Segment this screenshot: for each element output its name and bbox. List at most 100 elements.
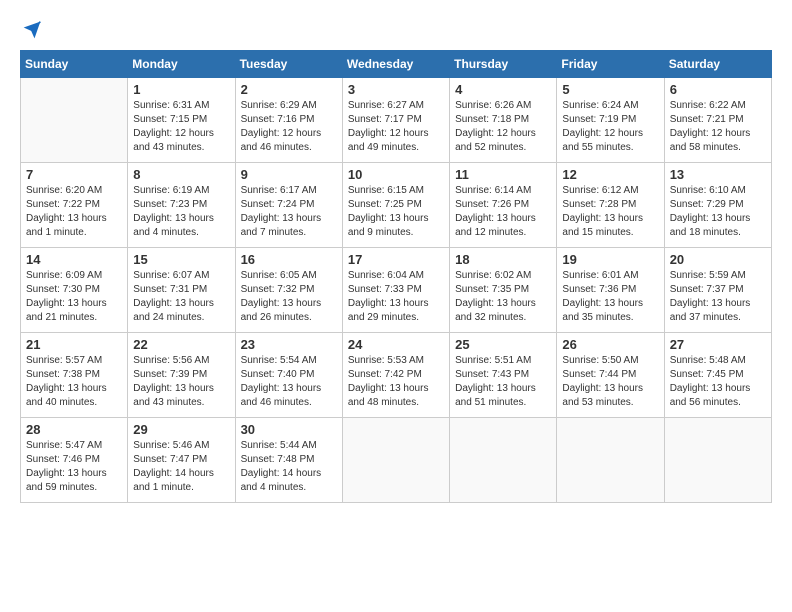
day-info: Sunrise: 6:29 AMSunset: 7:16 PMDaylight:… [241,99,337,155]
day-info: Sunrise: 6:10 AMSunset: 7:29 PMDaylight:… [670,184,766,240]
day-info: Sunrise: 6:27 AMSunset: 7:17 PMDaylight:… [348,99,444,155]
day-number: 8 [133,167,229,182]
day-number: 26 [562,337,658,352]
calendar-cell: 19Sunrise: 6:01 AMSunset: 7:36 PMDayligh… [557,248,664,333]
day-number: 13 [670,167,766,182]
calendar-week-row-5: 28 Sunrise: 5:47 AMSunset: 7:46 PMDayligh… [21,418,772,503]
calendar-cell: 30 Sunrise: 5:44 AMSunset: 7:48 PMDayligh… [235,418,342,503]
calendar-cell: 11 Sunrise: 6:14 AMSunset: 7:26 PMDayligh… [450,163,557,248]
weekday-header-monday: Monday [128,51,235,78]
calendar-cell: 13 Sunrise: 6:10 AMSunset: 7:29 PMDayligh… [664,163,771,248]
calendar-cell: 20 Sunrise: 5:59 AMSunset: 7:37 PMDayligh… [664,248,771,333]
day-number: 16 [241,252,337,267]
day-info: Sunrise: 5:48 AMSunset: 7:45 PMDaylight:… [670,354,766,410]
day-info: Sunrise: 6:22 AMSunset: 7:21 PMDaylight:… [670,99,766,155]
day-info: Sunrise: 6:20 AMSunset: 7:22 PMDaylight:… [26,184,122,240]
day-number: 29 [133,422,229,437]
day-info: Sunrise: 6:17 AMSunset: 7:24 PMDaylight:… [241,184,337,240]
day-number: 5 [562,82,658,97]
calendar-cell: 10 Sunrise: 6:15 AMSunset: 7:25 PMDayligh… [342,163,449,248]
day-info: Sunrise: 5:51 AMSunset: 7:43 PMDaylight:… [455,354,551,410]
day-number: 11 [455,167,551,182]
calendar-cell: 21 Sunrise: 5:57 AMSunset: 7:38 PMDayligh… [21,333,128,418]
day-info: Sunrise: 6:15 AMSunset: 7:25 PMDaylight:… [348,184,444,240]
day-number: 30 [241,422,337,437]
calendar-cell: 3 Sunrise: 6:27 AMSunset: 7:17 PMDaylight… [342,78,449,163]
calendar-cell: 7Sunrise: 6:20 AMSunset: 7:22 PMDaylight… [21,163,128,248]
day-number: 1 [133,82,229,97]
calendar-week-row-3: 14 Sunrise: 6:09 AMSunset: 7:30 PMDayligh… [21,248,772,333]
weekday-header-tuesday: Tuesday [235,51,342,78]
weekday-header-row: SundayMondayTuesdayWednesdayThursdayFrid… [21,51,772,78]
day-number: 2 [241,82,337,97]
day-info: Sunrise: 6:04 AMSunset: 7:33 PMDaylight:… [348,269,444,325]
day-info: Sunrise: 6:19 AMSunset: 7:23 PMDaylight:… [133,184,229,240]
calendar-cell [21,78,128,163]
calendar-week-row-2: 7Sunrise: 6:20 AMSunset: 7:22 PMDaylight… [21,163,772,248]
calendar-cell: 14 Sunrise: 6:09 AMSunset: 7:30 PMDayligh… [21,248,128,333]
day-info: Sunrise: 6:09 AMSunset: 7:30 PMDaylight:… [26,269,122,325]
calendar-cell: 18Sunrise: 6:02 AMSunset: 7:35 PMDayligh… [450,248,557,333]
day-number: 15 [133,252,229,267]
calendar-cell [557,418,664,503]
day-number: 6 [670,82,766,97]
day-number: 24 [348,337,444,352]
page-header [20,20,772,40]
calendar-cell [342,418,449,503]
calendar-cell: 4 Sunrise: 6:26 AMSunset: 7:18 PMDaylight… [450,78,557,163]
calendar-cell: 22 Sunrise: 5:56 AMSunset: 7:39 PMDayligh… [128,333,235,418]
logo [20,20,42,40]
day-number: 14 [26,252,122,267]
day-number: 10 [348,167,444,182]
weekday-header-wednesday: Wednesday [342,51,449,78]
day-info: Sunrise: 5:59 AMSunset: 7:37 PMDaylight:… [670,269,766,325]
weekday-header-friday: Friday [557,51,664,78]
calendar-cell: 27 Sunrise: 5:48 AMSunset: 7:45 PMDayligh… [664,333,771,418]
day-info: Sunrise: 6:24 AMSunset: 7:19 PMDaylight:… [562,99,658,155]
calendar-cell: 28 Sunrise: 5:47 AMSunset: 7:46 PMDayligh… [21,418,128,503]
day-info: Sunrise: 6:01 AMSunset: 7:36 PMDaylight:… [562,269,658,325]
day-info: Sunrise: 5:57 AMSunset: 7:38 PMDaylight:… [26,354,122,410]
calendar-week-row-1: 1 Sunrise: 6:31 AMSunset: 7:15 PMDaylight… [21,78,772,163]
calendar-cell: 8 Sunrise: 6:19 AMSunset: 7:23 PMDaylight… [128,163,235,248]
day-number: 27 [670,337,766,352]
calendar-cell: 12Sunrise: 6:12 AMSunset: 7:28 PMDayligh… [557,163,664,248]
day-number: 18 [455,252,551,267]
day-number: 17 [348,252,444,267]
day-info: Sunrise: 6:07 AMSunset: 7:31 PMDaylight:… [133,269,229,325]
day-info: Sunrise: 6:05 AMSunset: 7:32 PMDaylight:… [241,269,337,325]
calendar-cell [664,418,771,503]
day-info: Sunrise: 6:26 AMSunset: 7:18 PMDaylight:… [455,99,551,155]
day-number: 28 [26,422,122,437]
day-number: 12 [562,167,658,182]
day-info: Sunrise: 5:53 AMSunset: 7:42 PMDaylight:… [348,354,444,410]
day-number: 25 [455,337,551,352]
calendar-cell: 24 Sunrise: 5:53 AMSunset: 7:42 PMDayligh… [342,333,449,418]
day-info: Sunrise: 5:47 AMSunset: 7:46 PMDaylight:… [26,439,122,495]
day-info: Sunrise: 6:31 AMSunset: 7:15 PMDaylight:… [133,99,229,155]
day-info: Sunrise: 5:46 AMSunset: 7:47 PMDaylight:… [133,439,229,495]
day-number: 22 [133,337,229,352]
day-number: 21 [26,337,122,352]
calendar-cell: 26 Sunrise: 5:50 AMSunset: 7:44 PMDayligh… [557,333,664,418]
day-info: Sunrise: 5:54 AMSunset: 7:40 PMDaylight:… [241,354,337,410]
calendar-cell: 16 Sunrise: 6:05 AMSunset: 7:32 PMDayligh… [235,248,342,333]
calendar-cell: 1 Sunrise: 6:31 AMSunset: 7:15 PMDaylight… [128,78,235,163]
day-number: 3 [348,82,444,97]
day-info: Sunrise: 5:50 AMSunset: 7:44 PMDaylight:… [562,354,658,410]
weekday-header-sunday: Sunday [21,51,128,78]
day-info: Sunrise: 5:56 AMSunset: 7:39 PMDaylight:… [133,354,229,410]
calendar-cell: 6 Sunrise: 6:22 AMSunset: 7:21 PMDaylight… [664,78,771,163]
calendar-cell: 25 Sunrise: 5:51 AMSunset: 7:43 PMDayligh… [450,333,557,418]
day-number: 4 [455,82,551,97]
calendar-cell: 2 Sunrise: 6:29 AMSunset: 7:16 PMDaylight… [235,78,342,163]
day-number: 20 [670,252,766,267]
calendar-cell: 15 Sunrise: 6:07 AMSunset: 7:31 PMDayligh… [128,248,235,333]
day-number: 9 [241,167,337,182]
calendar-cell [450,418,557,503]
weekday-header-saturday: Saturday [664,51,771,78]
day-info: Sunrise: 5:44 AMSunset: 7:48 PMDaylight:… [241,439,337,495]
weekday-header-thursday: Thursday [450,51,557,78]
calendar-cell: 23Sunrise: 5:54 AMSunset: 7:40 PMDayligh… [235,333,342,418]
day-info: Sunrise: 6:14 AMSunset: 7:26 PMDaylight:… [455,184,551,240]
